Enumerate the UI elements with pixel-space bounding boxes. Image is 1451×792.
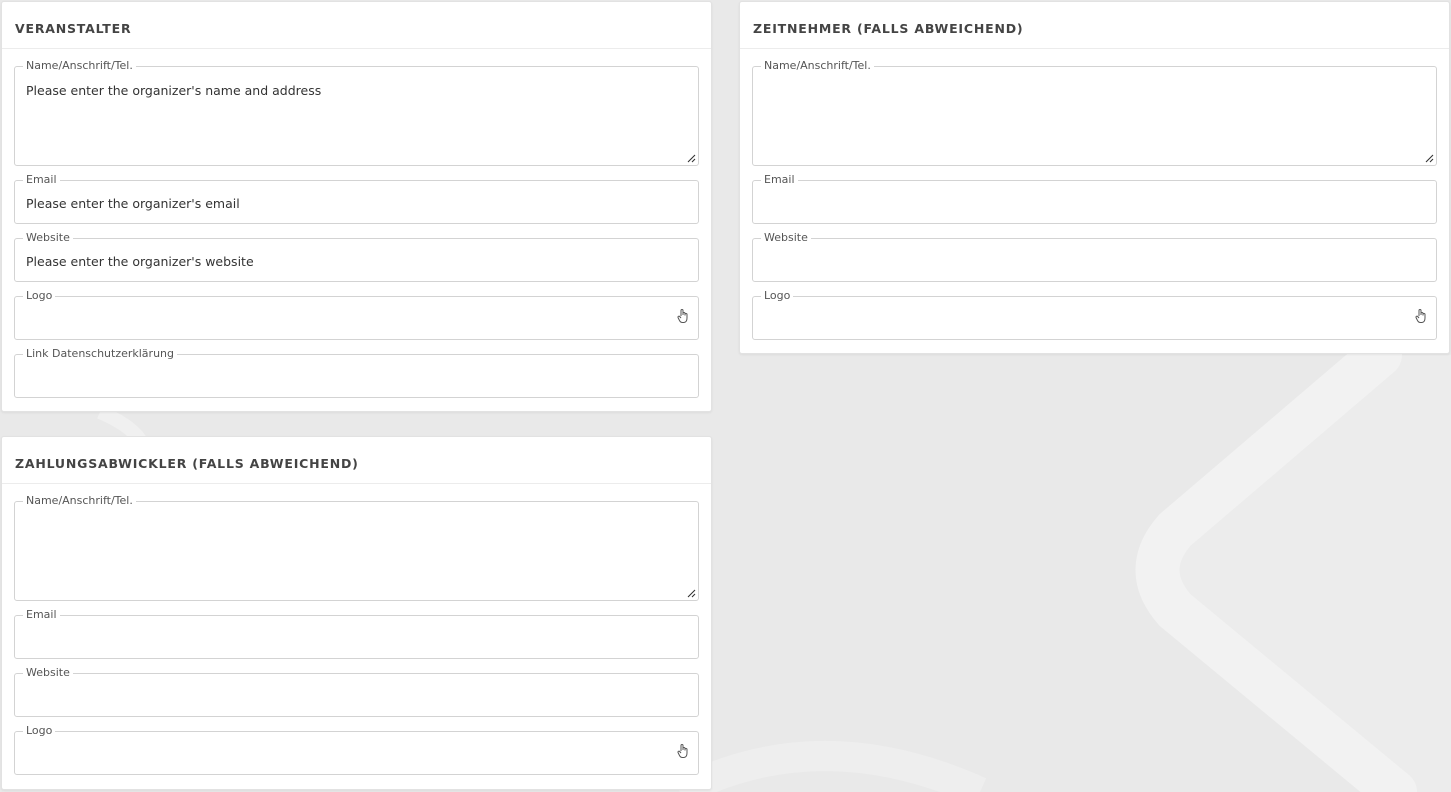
field-label: Logo: [23, 724, 56, 738]
field-value: Please enter the organizer's website: [26, 254, 254, 269]
field-label: Email: [23, 173, 60, 187]
organizer-website-input[interactable]: Website Please enter the organizer's web…: [14, 231, 699, 282]
timekeeper-card-title: ZEITNEHMER (FALLS ABWEICHEND): [740, 2, 1449, 49]
field-label: Email: [23, 608, 60, 622]
hand-pointer-icon[interactable]: [676, 743, 690, 759]
resize-handle-icon[interactable]: [1424, 153, 1434, 163]
organizer-card: VERANSTALTER Name/Anschrift/Tel. Please …: [1, 1, 712, 412]
payment-name-address-textarea[interactable]: Name/Anschrift/Tel.: [14, 494, 699, 601]
payment-card-title: ZAHLUNGSABWICKLER (FALLS ABWEICHEND): [2, 437, 711, 484]
hand-pointer-icon[interactable]: [676, 308, 690, 324]
timekeeper-website-input[interactable]: Website: [752, 231, 1437, 282]
payment-processor-card: ZAHLUNGSABWICKLER (FALLS ABWEICHEND) Nam…: [1, 436, 712, 790]
field-label: Website: [761, 231, 811, 245]
field-label: Name/Anschrift/Tel.: [23, 59, 136, 73]
field-label: Website: [23, 666, 73, 680]
resize-handle-icon[interactable]: [686, 588, 696, 598]
resize-handle-icon[interactable]: [686, 153, 696, 163]
payment-logo-picker[interactable]: Logo: [14, 724, 699, 775]
timekeeper-email-input[interactable]: Email: [752, 173, 1437, 224]
organizer-card-title: VERANSTALTER: [2, 2, 711, 49]
timekeeper-card: ZEITNEHMER (FALLS ABWEICHEND) Name/Ansch…: [739, 1, 1450, 354]
payment-email-input[interactable]: Email: [14, 608, 699, 659]
field-label: Name/Anschrift/Tel.: [23, 494, 136, 508]
field-label: Website: [23, 231, 73, 245]
organizer-logo-picker[interactable]: Logo: [14, 289, 699, 340]
field-value: Please enter the organizer's name and ad…: [26, 83, 322, 98]
field-label: Logo: [761, 289, 794, 303]
field-label: Logo: [23, 289, 56, 303]
organizer-name-address-textarea[interactable]: Name/Anschrift/Tel. Please enter the org…: [14, 59, 699, 166]
organizer-privacy-link-input[interactable]: Link Datenschutzerklärung: [14, 347, 699, 398]
field-value: Please enter the organizer's email: [26, 196, 240, 211]
payment-website-input[interactable]: Website: [14, 666, 699, 717]
organizer-email-input[interactable]: Email Please enter the organizer's email: [14, 173, 699, 224]
field-label: Email: [761, 173, 798, 187]
timekeeper-name-address-textarea[interactable]: Name/Anschrift/Tel.: [752, 59, 1437, 166]
field-label: Name/Anschrift/Tel.: [761, 59, 874, 73]
timekeeper-logo-picker[interactable]: Logo: [752, 289, 1437, 340]
field-label: Link Datenschutzerklärung: [23, 347, 178, 361]
hand-pointer-icon[interactable]: [1414, 308, 1428, 324]
